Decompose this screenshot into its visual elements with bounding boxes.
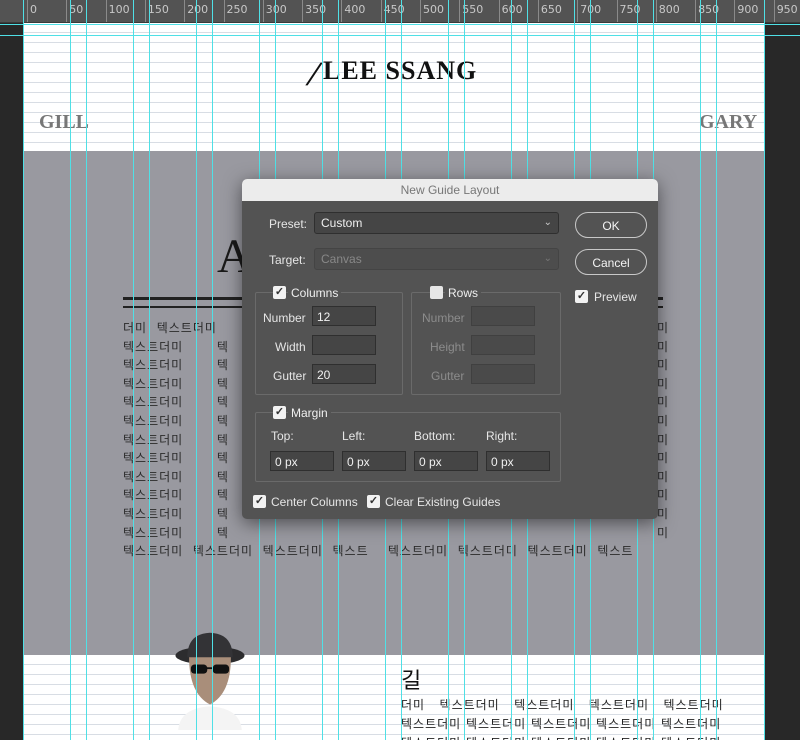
center-columns-checkbox[interactable]: ✓: [253, 495, 266, 508]
margin-bottom-input[interactable]: 0 px: [414, 451, 478, 471]
portrait-image: [175, 632, 245, 730]
horizontal-ruler[interactable]: 0 50 100 150 200 250 300 350 400 450 500 550 600 650 7…: [0, 0, 800, 23]
ok-button[interactable]: OK: [575, 212, 647, 238]
preset-value: Custom: [321, 216, 363, 230]
ruler-tick-label: 200: [187, 3, 209, 16]
vertical-guide: [716, 0, 717, 740]
margin-checkbox[interactable]: ✓: [273, 406, 286, 419]
margin-right-label: Right:: [486, 429, 518, 443]
columns-gutter-label: Gutter: [273, 369, 307, 383]
columns-gutter-input[interactable]: 20: [312, 364, 376, 384]
vertical-guide: [23, 0, 24, 740]
chevron-down-icon: ⌄: [543, 253, 552, 264]
vertical-guide: [86, 0, 87, 740]
clear-guides-label: Clear Existing Guides: [385, 495, 501, 509]
columns-width-input[interactable]: [312, 335, 376, 355]
horizontal-guide: [0, 35, 800, 36]
ruler-tick-label: 100: [108, 3, 130, 16]
ruler-tick-label: 300: [265, 3, 287, 16]
vertical-guide: [212, 0, 213, 740]
vertical-guide: [196, 0, 197, 740]
margin-left-label: Left:: [342, 429, 366, 443]
columns-number-input[interactable]: 12: [312, 306, 376, 326]
ruler-tick-label: 550: [462, 3, 484, 16]
preset-select[interactable]: Custom ⌄: [314, 212, 559, 234]
center-columns-label: Center Columns: [271, 495, 358, 509]
horizontal-guide: [0, 24, 800, 25]
dialog-title: New Guide Layout: [242, 179, 658, 201]
ruler-tick-label: 400: [344, 3, 366, 16]
columns-checkbox[interactable]: ✓: [273, 286, 286, 299]
target-select[interactable]: Canvas ⌄: [314, 248, 559, 270]
preset-label: Preset:: [269, 217, 308, 231]
vertical-guide: [133, 0, 134, 740]
name-right: GARY: [699, 111, 758, 133]
rows-gutter-label: Gutter: [431, 369, 465, 383]
vertical-guide: [149, 0, 150, 740]
preview-label: Preview: [594, 290, 637, 304]
rows-number-label: Number: [422, 311, 465, 325]
ruler-tick-label: 900: [737, 3, 759, 16]
target-label: Target:: [269, 253, 306, 267]
body-paragraph-right-edge: 미 미 미 미 미 미 미 미 미 미 미 미: [657, 321, 669, 540]
ruler-tick-label: 150: [147, 3, 169, 16]
rows-gutter-input[interactable]: [471, 364, 535, 384]
rows-checkbox[interactable]: [430, 286, 443, 299]
margin-label: Margin: [288, 406, 331, 420]
vertical-guide: [700, 0, 701, 740]
columns-label: Columns: [288, 286, 342, 300]
ruler-tick-label: 650: [540, 3, 562, 16]
vertical-guide: [764, 0, 765, 740]
new-guide-layout-dialog: New Guide Layout Preset: Custom ⌄ Target…: [242, 179, 658, 519]
clear-guides-checkbox[interactable]: ✓: [367, 495, 380, 508]
target-value: Canvas: [321, 252, 362, 266]
chevron-down-icon: ⌄: [543, 217, 552, 228]
rows-number-input[interactable]: [471, 306, 535, 326]
margin-group: [255, 412, 561, 482]
columns-number-label: Number: [263, 311, 306, 325]
ruler-tick-label: 50: [69, 3, 84, 16]
margin-bottom-label: Bottom:: [414, 429, 456, 443]
vertical-guide: [70, 0, 71, 740]
section2-body: 더미 텍스트더미 텍스트더미 텍스트더미 텍스트더미 텍스트더미 텍스트더미 텍…: [401, 698, 724, 740]
margin-top-input[interactable]: 0 px: [270, 451, 334, 471]
section2-title: 길: [401, 669, 422, 694]
ruler-tick-label: 950: [776, 3, 798, 16]
heading-rule-left: [123, 297, 243, 308]
margin-left-input[interactable]: 0 px: [342, 451, 406, 471]
cancel-button[interactable]: Cancel: [575, 249, 647, 275]
ruler-tick-label: 500: [423, 3, 444, 16]
ruler-tick-label: 250: [226, 3, 248, 16]
ruler-tick-label: 800: [658, 3, 680, 16]
ruler-tick-label: 600: [501, 3, 523, 16]
preview-checkbox[interactable]: ✓: [575, 290, 588, 303]
margin-top-label: Top:: [271, 429, 294, 443]
columns-width-label: Width: [275, 340, 306, 354]
rows-height-label: Height: [430, 340, 465, 354]
margin-right-input[interactable]: 0 px: [486, 451, 550, 471]
rows-label: Rows: [445, 286, 482, 300]
name-left: GILL: [39, 111, 90, 133]
rows-height-input[interactable]: [471, 335, 535, 355]
ruler-tick-label: 0: [30, 3, 37, 16]
